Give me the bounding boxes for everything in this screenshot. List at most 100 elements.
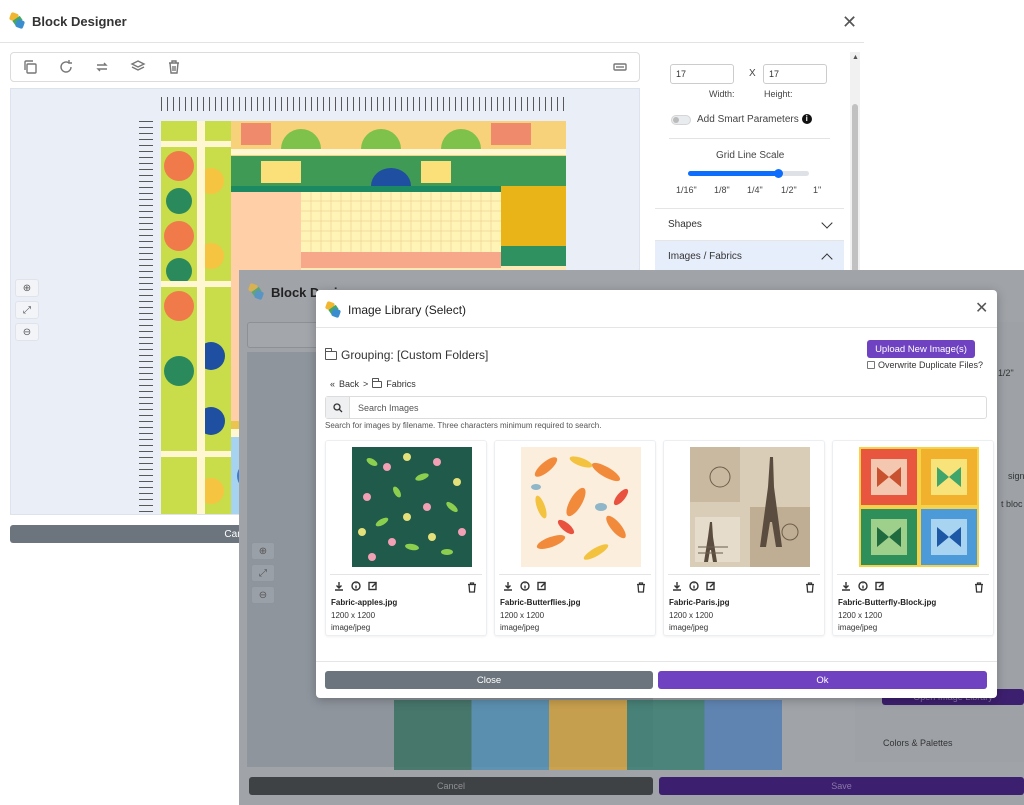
grid-scale-slider-fill [688, 171, 778, 176]
close-icon[interactable]: ✕ [975, 301, 988, 317]
breadcrumb-folder[interactable]: Fabrics [386, 379, 416, 389]
card-divider [668, 574, 820, 575]
edit-icon[interactable] [536, 580, 547, 591]
breadcrumb-separator: > [363, 379, 369, 389]
zoom-in-icon[interactable]: ⊕ [15, 279, 39, 297]
back-chevron-icon[interactable]: « [330, 379, 335, 389]
fabric-butterfly-block-thumbnail[interactable] [859, 447, 979, 567]
edit-icon[interactable] [874, 580, 885, 591]
block-text-fragment: t bloc [1001, 499, 1023, 509]
ok-button[interactable]: Ok [658, 671, 987, 689]
search-input[interactable] [350, 397, 986, 418]
flip-icon[interactable] [93, 58, 111, 76]
cancel-button: Cancel [249, 777, 653, 795]
download-icon[interactable] [333, 580, 344, 591]
height-label: Height: [764, 89, 793, 99]
design-text-fragment: sign [1008, 471, 1024, 481]
trash-icon[interactable] [467, 580, 478, 593]
footer-divider [316, 661, 997, 662]
scale-tick-fragment: 1/2" [998, 368, 1014, 378]
fabric-butterflies-thumbnail[interactable] [521, 447, 641, 567]
card-divider [837, 574, 989, 575]
grid-scale-slider-handle[interactable] [774, 169, 783, 178]
scale-tick: 1/2" [781, 185, 797, 195]
grid-scale-label: Grid Line Scale [716, 150, 785, 161]
image-mime-type: image/jpeg [331, 623, 371, 632]
card-actions [502, 580, 547, 591]
app-logo-icon [249, 282, 265, 302]
search-bar [325, 396, 987, 419]
search-hint: Search for images by filename. Three cha… [325, 421, 602, 430]
copy-icon[interactable] [21, 58, 39, 76]
download-icon[interactable] [671, 580, 682, 591]
modal-header: Image Library (Select) ✕ [316, 290, 997, 328]
scale-tick: 1/16" [676, 185, 697, 195]
trash-icon[interactable] [974, 580, 985, 593]
scale-tick: 1" [813, 185, 822, 195]
trash-icon[interactable] [636, 580, 647, 593]
height-field[interactable] [763, 64, 827, 84]
edit-icon[interactable] [705, 580, 716, 591]
vertical-ruler [139, 121, 153, 514]
image-card[interactable]: Fabric-apples.jpg 1200 x 1200 image/jpeg [325, 440, 487, 636]
image-filename: Fabric-Paris.jpg [669, 598, 730, 607]
info-icon[interactable]: i [801, 114, 812, 125]
info-icon[interactable] [688, 580, 699, 591]
fabric-paris-thumbnail[interactable] [690, 447, 810, 567]
accordion-images-fabrics[interactable]: Images / Fabrics [655, 240, 844, 272]
width-field[interactable] [670, 64, 734, 84]
upload-images-button[interactable]: Upload New Image(s) [867, 340, 975, 358]
rotate-icon[interactable] [57, 58, 75, 76]
breadcrumb: « Back > Fabrics [330, 377, 416, 389]
accordion-shapes[interactable]: Shapes [655, 208, 844, 240]
image-card[interactable]: Fabric-Butterfly-Block.jpg 1200 x 1200 i… [832, 440, 994, 636]
app-logo-icon [10, 11, 26, 31]
search-icon[interactable] [326, 397, 350, 418]
window-title: Block Designer [32, 13, 127, 29]
overwrite-checkbox-row[interactable]: Overwrite Duplicate Files? [867, 360, 983, 370]
width-label: Width: [709, 89, 735, 99]
trash-icon[interactable] [165, 58, 183, 76]
image-dimensions: 1200 x 1200 [331, 611, 376, 620]
colors-palettes-accordion: Colors & Palettes [883, 738, 953, 748]
download-icon[interactable] [502, 580, 513, 591]
folder-icon [325, 347, 337, 360]
scale-tick: 1/4" [747, 185, 763, 195]
image-dimensions: 1200 x 1200 [838, 611, 883, 620]
edit-icon[interactable] [367, 580, 378, 591]
image-card[interactable]: Fabric-Butterflies.jpg 1200 x 1200 image… [494, 440, 656, 636]
layers-icon[interactable] [129, 58, 147, 76]
info-icon[interactable] [857, 580, 868, 591]
image-card[interactable]: Fabric-Paris.jpg 1200 x 1200 image/jpeg [663, 440, 825, 636]
app-logo-icon [326, 300, 342, 320]
image-filename: Fabric-apples.jpg [331, 598, 398, 607]
close-button[interactable]: Close [325, 671, 653, 689]
image-dimensions: 1200 x 1200 [669, 611, 714, 620]
card-actions [840, 580, 885, 591]
close-icon[interactable]: ✕ [842, 13, 857, 31]
trash-icon[interactable] [805, 580, 816, 593]
fit-icon[interactable]: ⤢ [15, 301, 39, 319]
horizontal-ruler [161, 97, 566, 111]
info-icon[interactable] [519, 580, 530, 591]
image-dimensions: 1200 x 1200 [500, 611, 545, 620]
overwrite-checkbox[interactable] [867, 361, 875, 369]
save-button: Save [659, 777, 1024, 795]
fabric-apples-thumbnail[interactable] [352, 447, 472, 567]
download-icon[interactable] [840, 580, 851, 591]
card-divider [499, 574, 651, 575]
chevron-up-icon [821, 252, 833, 265]
info-icon[interactable] [350, 580, 361, 591]
back-link[interactable]: Back [339, 379, 359, 389]
designer-toolbar [10, 52, 640, 82]
image-mime-type: image/jpeg [669, 623, 709, 632]
modal-title: Image Library (Select) [326, 300, 466, 320]
accordion-label: Shapes [668, 219, 702, 230]
keyboard-icon[interactable] [611, 58, 629, 76]
panel-divider [669, 138, 830, 139]
zoom-out-icon[interactable]: ⊖ [15, 323, 39, 341]
chevron-down-icon [821, 216, 833, 229]
scale-tick: 1/8" [714, 185, 730, 195]
card-divider [330, 574, 482, 575]
smart-params-toggle[interactable] [671, 115, 691, 125]
